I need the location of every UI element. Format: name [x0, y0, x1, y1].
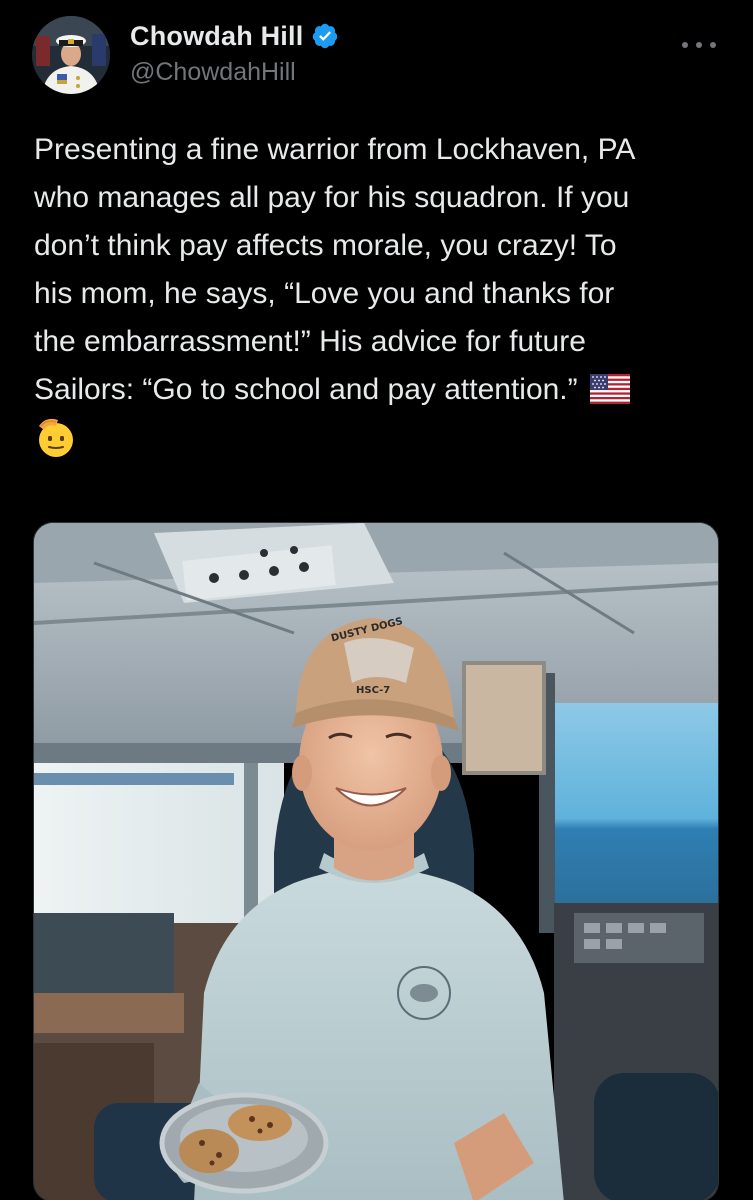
more-dot — [710, 42, 716, 48]
display-name[interactable]: Chowdah Hill — [130, 21, 303, 52]
more-dot — [696, 42, 702, 48]
photo-sailor-on-bridge: DUSTY DOGS HSC-7 — [34, 523, 718, 1200]
author-block: Chowdah Hill @ChowdahHill — [130, 18, 339, 87]
saluting-face-emoji — [36, 414, 76, 458]
cap-text-bottom: HSC-7 — [356, 685, 390, 696]
more-dot — [682, 42, 688, 48]
display-name-row: Chowdah Hill — [130, 18, 339, 54]
tweet-body: Presenting a fine warrior from Lockhaven… — [34, 133, 636, 406]
more-horizontal-icon[interactable] — [682, 40, 716, 50]
handle[interactable]: @ChowdahHill — [130, 58, 339, 87]
us-flag-emoji — [589, 371, 630, 404]
avatar-image — [32, 16, 110, 94]
verified-badge-icon — [311, 22, 339, 50]
tweet-text: Presenting a fine warrior from Lockhaven… — [34, 126, 724, 414]
avatar[interactable] — [32, 16, 110, 94]
tweet-photo[interactable]: DUSTY DOGS HSC-7 — [33, 522, 719, 1200]
tweet[interactable]: Chowdah Hill @ChowdahHill Presenting a f… — [0, 0, 753, 1200]
tweet-header: Chowdah Hill @ChowdahHill — [32, 14, 722, 98]
